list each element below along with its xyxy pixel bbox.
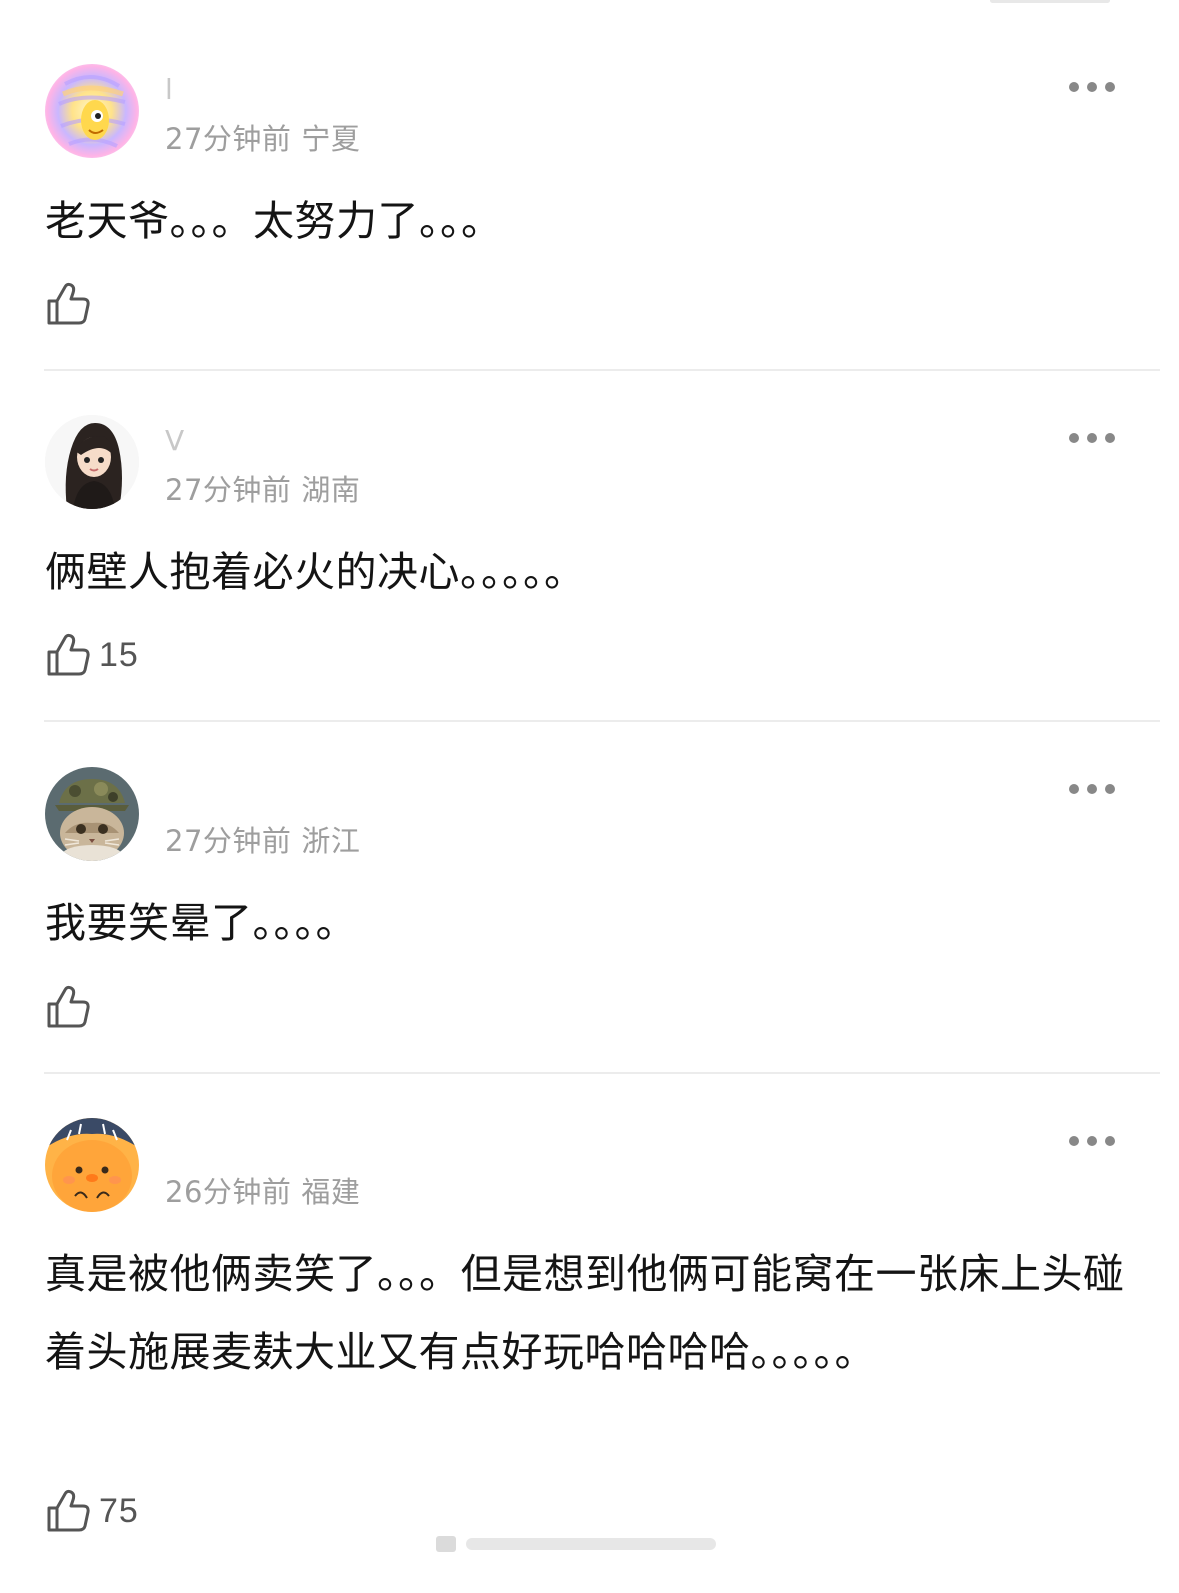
- comment-text: 真是被他俩卖笑了。。。但是想到他俩可能窝在一张床上头碰着头施展麦麸大业又有点好玩…: [45, 1250, 1125, 1376]
- avatar[interactable]: [45, 415, 139, 509]
- thumbs-up-icon: [47, 282, 90, 325]
- comment-meta: 27分钟前 宁夏: [165, 121, 360, 157]
- username[interactable]: l: [165, 74, 173, 106]
- divider: [44, 720, 1160, 722]
- divider: [44, 1072, 1160, 1074]
- like-button[interactable]: [45, 981, 99, 1033]
- cat-avatar-icon: [45, 767, 139, 861]
- watermark-icon: [436, 1536, 716, 1552]
- avatar[interactable]: [45, 64, 139, 158]
- like-button[interactable]: [45, 278, 99, 330]
- orange-chick-avatar-icon: [45, 1118, 139, 1212]
- comment-time: 27分钟前: [165, 824, 292, 858]
- avatar[interactable]: [45, 1118, 139, 1212]
- comment-text: 老天爷。。。太努力了。。。: [45, 197, 503, 245]
- comment-time: 27分钟前: [165, 122, 292, 156]
- girl-avatar-icon: [45, 415, 139, 509]
- comment-text: 我要笑晕了。。。。: [45, 899, 357, 947]
- thumbs-up-icon: [47, 1489, 90, 1532]
- more-options-icon[interactable]: [1066, 778, 1118, 800]
- more-options-icon[interactable]: [1066, 76, 1118, 98]
- top-handle: [990, 0, 1110, 3]
- more-options-icon[interactable]: [1066, 427, 1118, 449]
- comment-meta: 27分钟前 湖南: [165, 472, 360, 508]
- divider: [44, 369, 1160, 371]
- comment-meta: 27分钟前 浙江: [165, 823, 360, 859]
- like-button[interactable]: 15: [45, 629, 139, 681]
- rainbow-avatar-icon: [45, 64, 139, 158]
- comment-time: 26分钟前: [165, 1175, 292, 1209]
- comment-meta: 26分钟前 福建: [165, 1174, 360, 1210]
- comment-location: 宁夏: [301, 122, 361, 156]
- comment-location: 湖南: [301, 473, 361, 507]
- comment-location: 福建: [301, 1175, 361, 1209]
- comment-location: 浙江: [301, 824, 361, 858]
- more-options-icon[interactable]: [1066, 1130, 1118, 1152]
- comment-text: 俩壁人抱着必火的决心。。。。。: [45, 548, 586, 596]
- username[interactable]: V: [165, 425, 184, 457]
- thumbs-up-icon: [47, 633, 90, 676]
- avatar[interactable]: [45, 767, 139, 861]
- like-button[interactable]: 75: [45, 1485, 139, 1537]
- like-count: 75: [99, 1491, 139, 1530]
- comment-time: 27分钟前: [165, 473, 292, 507]
- thumbs-up-icon: [47, 985, 90, 1028]
- like-count: 15: [99, 635, 139, 674]
